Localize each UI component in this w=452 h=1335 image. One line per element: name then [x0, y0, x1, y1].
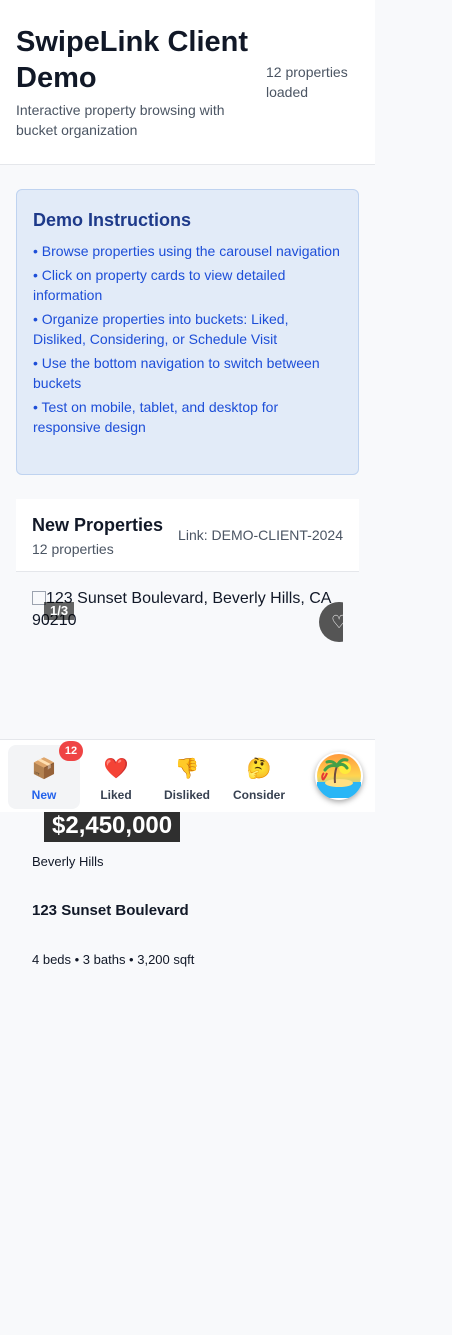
properties-section-header: New Properties 12 properties Link: DEMO-… — [16, 499, 359, 572]
instruction-item: • Click on property cards to view detail… — [33, 267, 286, 303]
property-card[interactable]: 123 Sunset Boulevard, Beverly Hills, CA … — [32, 588, 343, 738]
property-location: Beverly Hills — [32, 854, 104, 869]
image-counter: 1/3 — [44, 602, 75, 620]
instruction-item: • Browse properties using the carousel n… — [33, 243, 340, 259]
property-image[interactable]: 123 Sunset Boulevard, Beverly Hills, CA … — [32, 588, 343, 632]
tab-label: Consider — [232, 788, 285, 802]
property-image-alt-text: 123 Sunset Boulevard, Beverly Hills, CA … — [32, 590, 331, 629]
tropical-island-icon — [317, 754, 361, 798]
heart-outline-icon: ♡ — [331, 612, 343, 632]
section-count: 12 properties — [32, 541, 114, 557]
instruction-item: • Use the bottom navigation to switch be… — [33, 355, 320, 391]
properties-loaded-count: 12 properties loaded — [266, 64, 348, 100]
instructions-list: • Browse properties using the carousel n… — [33, 241, 342, 437]
tab-new[interactable]: 📦 New 12 — [8, 741, 83, 809]
property-specs: 4 beds • 3 baths • 3,200 sqft — [32, 952, 195, 967]
demo-instructions-panel: Demo Instructions • Browse properties us… — [16, 189, 359, 475]
tab-label: Disliked — [163, 788, 211, 802]
instruction-item: • Test on mobile, tablet, and desktop fo… — [33, 399, 279, 435]
tab-consider[interactable]: 🤔 Consider — [223, 745, 295, 809]
bottom-navigation: 📦 New 12 ❤️ Liked 👎 Disliked 🤔 Consider — [0, 739, 375, 812]
tab-liked[interactable]: ❤️ Liked — [80, 745, 152, 809]
property-price: $2,450,000 — [44, 810, 181, 842]
instruction-item: • Organize properties into buckets: Like… — [33, 311, 289, 347]
page-title: SwipeLink Client Demo — [16, 26, 249, 94]
section-title: New Properties — [32, 515, 164, 535]
heart-icon: ❤️ — [103, 758, 129, 780]
tab-label: New — [31, 788, 57, 802]
thinking-face-icon: 🤔 — [246, 758, 272, 780]
property-address: 123 Sunset Boulevard — [32, 902, 189, 919]
page-header: SwipeLink Client Demo Interactive proper… — [0, 0, 375, 165]
tab-disliked[interactable]: 👎 Disliked — [151, 745, 223, 809]
tab-label: Liked — [100, 788, 132, 802]
share-link-code: Link: DEMO-CLIENT-2024 — [178, 527, 343, 543]
thumbs-down-icon: 👎 — [174, 758, 200, 780]
page-subtitle: Interactive property browsing with bucke… — [16, 102, 225, 138]
app-root: SwipeLink Client Demo Interactive proper… — [0, 0, 375, 1335]
floating-action-button[interactable] — [315, 752, 363, 800]
instructions-title: Demo Instructions — [33, 210, 192, 230]
